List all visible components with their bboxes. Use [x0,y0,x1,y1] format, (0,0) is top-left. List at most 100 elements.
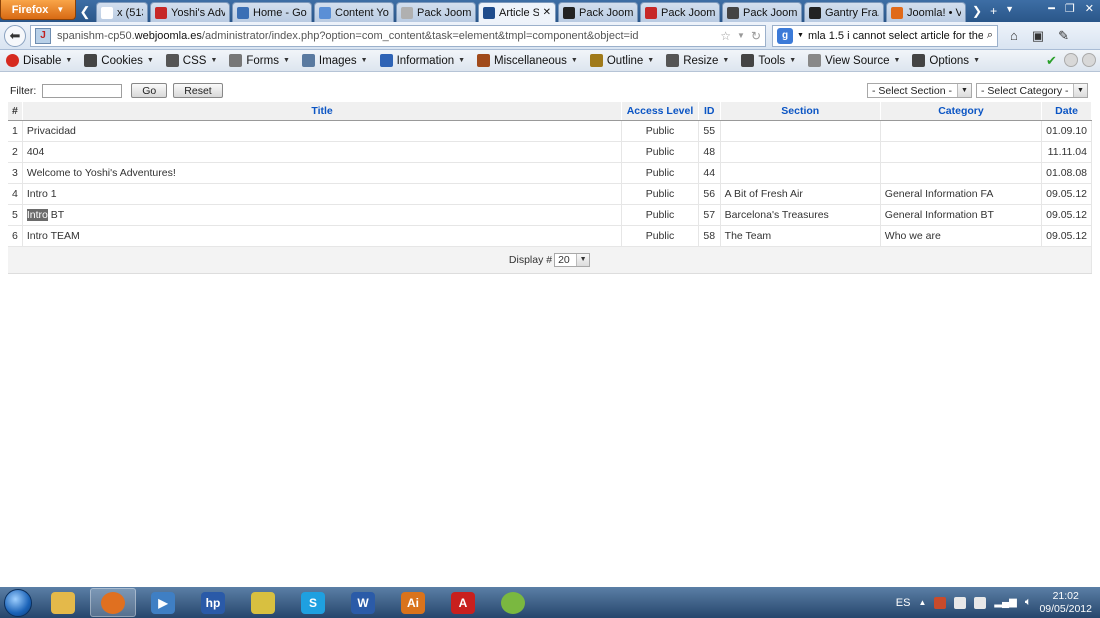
filter-input[interactable] [42,83,123,98]
restore-icon[interactable]: ❐ [1065,2,1075,15]
browser-tab[interactable]: Pack Joomli... [722,2,802,22]
search-input[interactable]: mla 1.5 i cannot select article for the … [808,30,983,42]
dev-menu-label: Cookies [101,54,143,67]
tab-close-icon[interactable]: ✕ [543,7,551,18]
browser-tab[interactable]: Pack Jooml... [396,2,476,22]
tab-title: Pack Joomli... [743,6,797,19]
bookmark-star-icon[interactable]: ☆ [720,29,731,43]
folder-icon [251,591,275,614]
minimize-icon[interactable]: ━ [1048,2,1055,15]
tab-list-icon[interactable]: ▼ [1005,4,1014,18]
dev-menu-disable[interactable]: Disable ▼ [0,54,78,67]
status-circle-icon[interactable] [1082,53,1096,67]
article-title-link[interactable]: 404 [22,141,623,163]
history-dropdown-icon[interactable]: ▼ [737,31,745,40]
dev-menu-outline[interactable]: Outline ▼ [584,54,660,67]
dev-menu-resize[interactable]: Resize ▼ [660,54,735,67]
dev-toolbar-status: ✔ [1046,53,1096,68]
dev-menu-miscellaneous[interactable]: Miscellaneous ▼ [471,54,584,67]
category-select[interactable]: - Select Category - ▼ [976,83,1088,98]
article-id: 44 [698,162,721,184]
search-engine-icon[interactable]: g [777,27,793,44]
dev-menu-view-source[interactable]: View Source ▼ [802,54,906,67]
article-title-link[interactable]: Intro 1 [22,183,623,205]
section-select[interactable]: - Select Section - ▼ [867,83,972,98]
dev-menu-tools[interactable]: Tools ▼ [735,54,802,67]
reset-button[interactable]: Reset [173,83,223,98]
tab-favicon-icon [809,6,821,19]
column-header-section[interactable]: Section [720,102,881,121]
back-button[interactable]: ⬅ [4,24,26,47]
taskbar-firefox-button[interactable] [90,588,136,617]
network-icon[interactable]: ▂▄▆ [994,597,1016,608]
browser-tab[interactable]: Article S... ✕ [478,2,556,22]
taskbar-word-button[interactable]: W [340,588,386,617]
url-bar[interactable]: J spanishm-cp50.webjoomla.es/administrat… [30,24,766,47]
article-title-link[interactable]: Welcome to Yoshi's Adventures! [22,162,623,184]
article-id: 58 [698,225,721,247]
clock[interactable]: 21:02 09/05/2012 [1039,590,1092,616]
taskbar-explorer-button[interactable] [40,588,86,617]
show-hidden-icons-icon[interactable]: ▲ [918,598,926,607]
browser-tab[interactable]: Pack Joomli... [640,2,720,22]
start-button[interactable] [0,587,36,618]
taskbar-folder-button[interactable] [240,588,286,617]
new-tab-icon[interactable]: + [990,4,997,18]
tab-strip: x (513) ... Yoshi's Adv... Home - Go... Con… [94,0,966,22]
dev-menu-forms[interactable]: Forms ▼ [223,54,296,67]
firefox-menu-button[interactable]: Firefox ▼ [0,0,76,20]
column-header-date[interactable]: Date [1041,102,1092,121]
column-header-id[interactable]: ID [698,102,721,121]
volume-icon[interactable]: 🔈︎ [1025,596,1032,609]
chevron-down-icon: ▼ [282,57,290,64]
article-title-link[interactable]: Intro TEAM [22,225,623,247]
column-header-title[interactable]: Title [22,102,623,121]
addon-bar-icon[interactable]: ▣ [1032,28,1044,44]
article-title-link[interactable]: Intro BT [22,204,623,226]
dev-menu-information[interactable]: Information ▼ [374,54,471,67]
status-circle-icon[interactable] [1064,53,1078,67]
language-indicator[interactable]: ES [896,597,911,609]
display-label: Display # [508,253,553,266]
browser-tab[interactable]: Gantry Fra... [804,2,884,22]
home-icon[interactable]: ⌂ [1010,28,1018,44]
browser-tab[interactable]: Pack Joomli... [558,2,638,22]
taskbar-media-button[interactable]: ▶ [140,588,186,617]
tab-favicon-icon [155,6,167,19]
search-bar[interactable]: g ▼ mla 1.5 i cannot select article for … [772,24,998,47]
article-title-link[interactable]: Privacidad [22,120,623,142]
browser-tab[interactable]: Joomla! • Vi... [886,2,966,22]
dev-menu-options[interactable]: Options ▼ [906,54,986,67]
taskbar-illustrator-button[interactable]: Ai [390,588,436,617]
dev-menu-css[interactable]: CSS ▼ [160,54,224,67]
filter-label: Filter: [10,84,37,97]
column-header-category[interactable]: Category [880,102,1043,121]
tray-app-icon[interactable] [934,596,947,609]
pagination-footer: Display # 20 ▼ [8,245,1092,274]
close-icon[interactable]: ✕ [1085,2,1094,15]
taskbar-acrobat-button[interactable]: A [440,588,486,617]
dev-menu-images[interactable]: Images ▼ [296,54,374,67]
taskbar-skype-button[interactable]: S [290,588,336,617]
css-valid-icon[interactable]: ✔ [1046,53,1060,68]
extension-icon[interactable]: ✎ [1058,28,1069,44]
reload-icon[interactable]: ↻ [751,29,761,43]
browser-tab[interactable]: x (513) ... [96,2,148,22]
tab-scroll-right-icon[interactable]: ❯ [972,4,982,18]
go-button[interactable]: Go [131,83,168,98]
browser-tab[interactable]: Yoshi's Adv... [150,2,230,22]
display-limit-select[interactable]: 20 ▼ [554,252,591,267]
table-row: 1 Privacidad Public 55 01.09.10 [8,120,1092,142]
search-icon[interactable]: ⌕ [987,29,993,42]
tab-scroll-left-icon[interactable]: ❮ [76,2,94,22]
action-center-icon[interactable] [974,596,987,609]
article-date: 09.05.12 [1041,204,1092,226]
browser-tab[interactable]: Content Yo... [314,2,394,22]
article-date: 09.05.12 [1041,225,1092,247]
browser-tab[interactable]: Home - Go... [232,2,312,22]
taskbar-picasa-button[interactable] [490,588,536,617]
dev-menu-cookies[interactable]: Cookies ▼ [78,54,160,67]
column-header-access[interactable]: Access Level [621,102,699,121]
tray-app-icon[interactable] [954,596,967,609]
taskbar-hp-button[interactable]: hp [190,588,236,617]
